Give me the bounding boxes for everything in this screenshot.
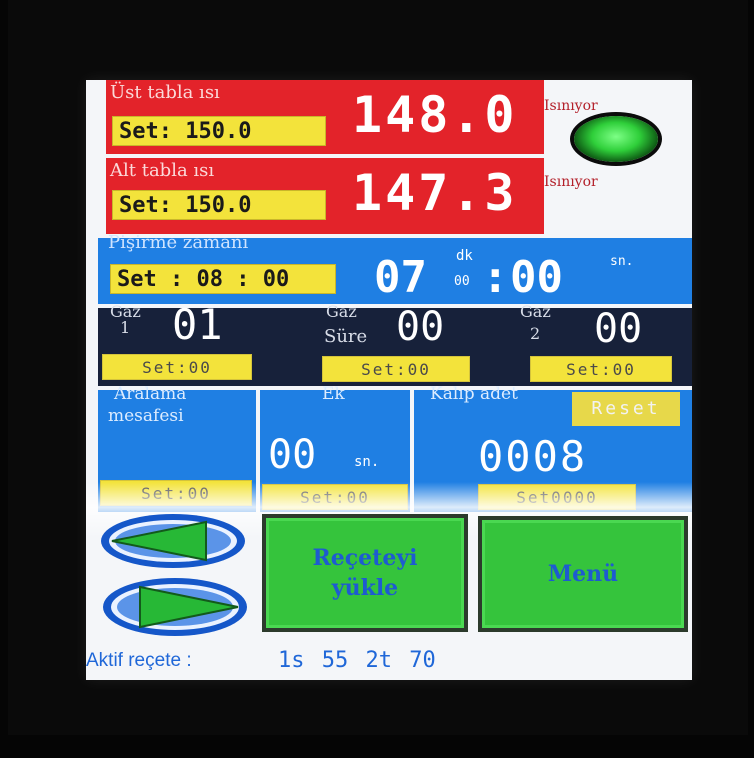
left-arrow-icon (101, 514, 245, 568)
gas1-value: 01 (172, 300, 223, 349)
ek-set-button[interactable]: Set:00 (262, 484, 408, 510)
gas1-label-bottom: 1 (120, 318, 131, 337)
gas1-set-button[interactable]: Set:00 (102, 354, 252, 380)
ek-label: Ek (322, 384, 345, 404)
opening-distance-set-button[interactable]: Set:00 (100, 480, 252, 506)
top-heater-status: Isınıyor (544, 98, 598, 114)
top-heater-set-button[interactable]: Set: 150.0 (112, 116, 326, 146)
pressing-time-minutes: 07 (374, 252, 427, 303)
pressing-time-seconds: 00 (510, 252, 563, 303)
heating-led-icon (574, 116, 658, 162)
right-arrow-icon (103, 578, 247, 636)
bottom-heater-label: Alt tabla ısı (110, 160, 215, 181)
gas2-set-button[interactable]: Set:00 (530, 356, 672, 382)
active-recipe-label: Aktif reçete : (86, 650, 192, 671)
top-heater-label: Üst tabla ısı (110, 82, 220, 103)
previous-arrow-button[interactable] (98, 512, 248, 570)
hmi-screen: Üst tabla ısı Set: 150.0 148.0 Isınıyor … (86, 80, 692, 680)
mold-count-set-button[interactable]: Set0000 (478, 484, 636, 510)
mold-count-reset-button[interactable]: Reset (572, 392, 680, 426)
gas-time-label-top: Gaz (326, 302, 357, 321)
opening-distance-label-line1: Aralama (114, 384, 187, 404)
load-recipe-label-line2: yükle (331, 575, 399, 601)
pressing-time-sec-unit: sn. (610, 254, 634, 269)
gas2-label-top: Gaz (520, 302, 551, 321)
next-arrow-button[interactable] (100, 576, 250, 638)
gas2-value: 00 (594, 306, 643, 352)
opening-distance-label-line2: mesafesi (108, 406, 184, 426)
pressing-time-small-digits: 00 (454, 274, 470, 289)
bottom-heater-value: 147.3 (352, 164, 518, 222)
gas-time-value: 00 (396, 304, 445, 350)
pressing-time-min-unit: dk (456, 248, 473, 264)
bottom-heater-set-button[interactable]: Set: 150.0 (112, 190, 326, 220)
menu-button[interactable]: Menü (478, 516, 688, 632)
active-recipe-value: 1s 55 2t 70 (278, 648, 436, 673)
menu-button-label: Menü (547, 561, 619, 587)
load-recipe-button[interactable]: Reçeteyi yükle (262, 514, 468, 632)
top-heater-value: 148.0 (352, 86, 518, 144)
gas2-label-bottom: 2 (530, 324, 541, 343)
bottom-heater-status: Isınıyor (544, 174, 598, 190)
ek-unit: sn. (354, 454, 380, 470)
pressing-time-colon: : (482, 252, 509, 303)
load-recipe-label-line1: Reçeteyi (312, 545, 418, 571)
mold-count-label: Kalıp adet (430, 384, 518, 404)
pressing-time-label: Pişirme zamanı (108, 232, 249, 253)
gas-time-set-button[interactable]: Set:00 (322, 356, 470, 382)
ek-value: 00 (268, 432, 317, 478)
mold-count-value: 0008 (478, 432, 588, 481)
pressing-time-set-button[interactable]: Set : 08 : 00 (110, 264, 336, 294)
gas-time-label-bottom: Süre (324, 326, 368, 347)
